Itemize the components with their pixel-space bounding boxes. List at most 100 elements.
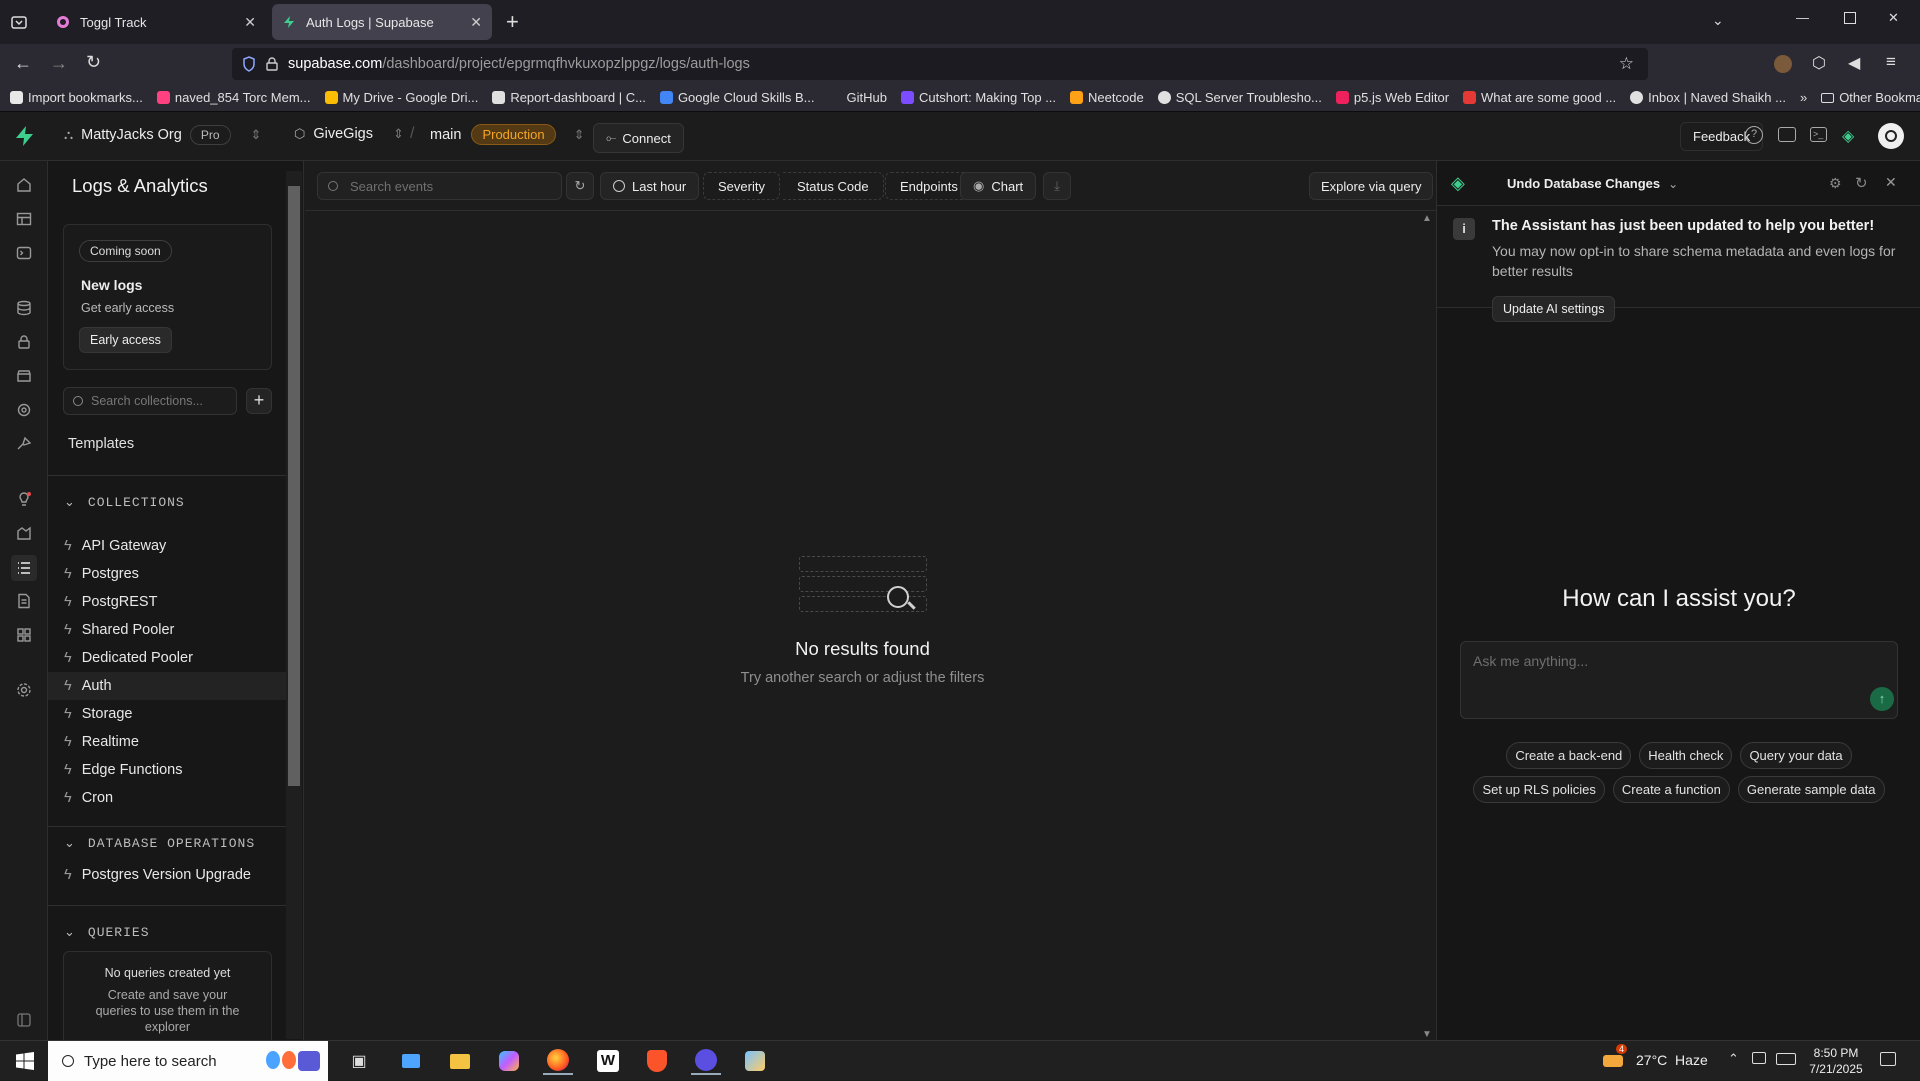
help-icon[interactable]: ? <box>1745 126 1763 144</box>
collection-item-storage[interactable]: ϟ Storage <box>48 700 286 728</box>
early-access-button[interactable]: Early access <box>79 327 172 353</box>
forward-icon[interactable]: → <box>50 53 68 74</box>
suggestion-sample-data[interactable]: Generate sample data <box>1737 776 1885 803</box>
settings-gear-icon[interactable]: ⚙ <box>1829 175 1842 192</box>
weather-text[interactable]: 27°C Haze <box>1636 1052 1708 1068</box>
status-code-filter[interactable]: Status Code <box>783 172 884 200</box>
bookmark-item[interactable]: Report-dashboard | C... <box>492 90 646 105</box>
menu-icon[interactable]: ≡ <box>1886 52 1896 72</box>
db-op-item-postgres-upgrade[interactable]: ϟ Postgres Version Upgrade <box>48 861 286 889</box>
event-search-input[interactable]: Search events <box>317 172 562 200</box>
bookmark-item[interactable]: GitHub <box>828 90 887 105</box>
database-operations-section-header[interactable]: ⌄ DATABASE OPERATIONS <box>64 836 255 851</box>
suggestion-create-function[interactable]: Create a function <box>1612 776 1730 803</box>
copilot-icon[interactable] <box>494 1047 524 1075</box>
keyboard-icon[interactable] <box>1776 1053 1796 1065</box>
api-docs-icon[interactable] <box>13 590 35 612</box>
collection-item-realtime[interactable]: ϟ Realtime <box>48 728 286 756</box>
address-bar[interactable]: supabase.com/dashboard/project/epgrmqfhv… <box>232 48 1648 80</box>
settings-gear-icon[interactable] <box>13 679 35 701</box>
writer-app-icon[interactable]: W <box>593 1047 623 1075</box>
weather-icon[interactable]: 4 <box>1600 1044 1628 1075</box>
edge-functions-icon[interactable] <box>13 433 35 455</box>
bookmark-item[interactable]: Google Cloud Skills B... <box>659 90 815 105</box>
advisors-icon[interactable] <box>13 488 35 510</box>
chat-app-icon[interactable] <box>691 1047 721 1075</box>
database-icon[interactable] <box>13 297 35 319</box>
integrations-icon[interactable] <box>13 624 35 646</box>
bookmark-item[interactable]: Inbox | Naved Shaikh ... <box>1630 90 1786 105</box>
refresh-button[interactable]: ↻ <box>566 172 594 200</box>
supabase-logo-icon[interactable] <box>14 125 36 147</box>
scroll-down-icon[interactable]: ▼ <box>1422 1029 1432 1040</box>
collection-item-api-gateway[interactable]: ϟ API Gateway <box>48 532 286 560</box>
suggestion-create-backend[interactable]: Create a back-end <box>1506 742 1632 769</box>
back-icon[interactable]: ← <box>14 53 32 74</box>
explore-via-query-button[interactable]: Explore via query <box>1309 172 1434 200</box>
reload-icon[interactable]: ↻ <box>86 52 101 73</box>
home-icon[interactable] <box>13 174 35 196</box>
collections-search-input[interactable]: Search collections... <box>63 387 237 415</box>
profile-avatar[interactable] <box>1774 55 1792 73</box>
sidebar-scrollbar[interactable] <box>286 171 302 1039</box>
storage-icon[interactable] <box>13 365 35 387</box>
scroll-up-icon[interactable]: ▲ <box>1422 213 1432 224</box>
org-selector[interactable]: ⛬ MattyJacks Org Pro ⇕ <box>64 125 261 145</box>
taskbar-search[interactable]: Type here to search <box>48 1041 328 1081</box>
brave-icon[interactable] <box>642 1047 672 1075</box>
suggestion-health-check[interactable]: Health check <box>1639 742 1733 769</box>
close-window-icon[interactable]: ✕ <box>1888 10 1899 26</box>
reports-icon[interactable] <box>13 522 35 544</box>
add-collection-button[interactable]: + <box>246 388 272 414</box>
paint-app-icon[interactable] <box>740 1047 770 1075</box>
chart-toggle-button[interactable]: ◉ Chart <box>960 172 1037 200</box>
main-scrollbar[interactable]: ▲ ▼ <box>1420 213 1435 1040</box>
download-button[interactable]: ⤓ <box>1043 172 1071 200</box>
network-icon[interactable] <box>1752 1052 1766 1064</box>
notifications-icon[interactable] <box>1880 1052 1896 1066</box>
scrollbar-thumb[interactable] <box>288 186 300 786</box>
logs-icon[interactable] <box>11 555 37 581</box>
bookmark-star-icon[interactable]: ☆ <box>1619 54 1634 74</box>
restore-icon[interactable] <box>1844 12 1856 24</box>
firefox-icon[interactable] <box>543 1047 573 1075</box>
windows-start-icon[interactable] <box>10 1047 40 1075</box>
auth-lock-icon[interactable] <box>13 331 35 353</box>
collection-item-dedicated-pooler[interactable]: ϟ Dedicated Pooler <box>48 644 286 672</box>
bookmark-item[interactable]: naved_854 Torc Mem... <box>156 90 311 105</box>
clock[interactable]: 8:50 PM 7/21/2025 <box>1806 1045 1866 1077</box>
collection-item-postgrest[interactable]: ϟ PostgREST <box>48 588 286 616</box>
bookmark-item[interactable]: p5.js Web Editor <box>1335 90 1449 105</box>
collection-item-edge-functions[interactable]: ϟ Edge Functions <box>48 756 286 784</box>
tab-list-icon[interactable] <box>10 13 28 31</box>
bookmark-item[interactable]: Neetcode <box>1070 90 1144 105</box>
project-selector[interactable]: ⬡ GiveGigs ⇕ <box>294 126 404 142</box>
bookmark-item[interactable]: Cutshort: Making Top ... <box>900 90 1056 105</box>
new-tab-icon[interactable]: + <box>506 9 519 35</box>
file-explorer-icon[interactable] <box>445 1047 475 1075</box>
send-button[interactable]: ↑ <box>1870 687 1894 711</box>
close-tab-icon[interactable]: ✕ <box>470 14 482 31</box>
tab-supabase[interactable]: Auth Logs | Supabase ✕ <box>272 4 492 40</box>
severity-filter[interactable]: Severity <box>703 172 780 200</box>
chat-selector[interactable]: Undo Database Changes ⌄ <box>1507 176 1678 191</box>
update-ai-settings-button[interactable]: Update AI settings <box>1492 296 1616 322</box>
taskbar-app-icon[interactable] <box>396 1047 426 1075</box>
collection-item-cron[interactable]: ϟ Cron <box>48 784 286 812</box>
bookmark-item[interactable]: My Drive - Google Dri... <box>324 90 478 105</box>
suggestion-rls-policies[interactable]: Set up RLS policies <box>1473 776 1605 803</box>
table-editor-icon[interactable] <box>13 208 35 230</box>
collections-section-header[interactable]: ⌄ COLLECTIONS <box>64 495 185 510</box>
refresh-icon[interactable]: ↻ <box>1855 174 1868 192</box>
bookmark-item[interactable]: What are some good ... <box>1463 90 1616 105</box>
collapse-sidebar-icon[interactable] <box>13 1009 35 1031</box>
tab-toggl[interactable]: Toggl Track ✕ <box>46 4 266 40</box>
assistant-input[interactable]: Ask me anything... ↑ <box>1460 641 1898 719</box>
queries-section-header[interactable]: ⌄ QUERIES <box>64 925 150 940</box>
realtime-icon[interactable] <box>13 399 35 421</box>
branch-selector[interactable]: main Production ⇕ <box>430 124 585 145</box>
bookmark-item[interactable]: Import bookmarks... <box>10 90 143 105</box>
user-avatar[interactable] <box>1878 123 1904 149</box>
terminal-icon[interactable]: >_ <box>1810 127 1827 142</box>
collection-item-auth[interactable]: ϟ Auth <box>48 672 286 700</box>
